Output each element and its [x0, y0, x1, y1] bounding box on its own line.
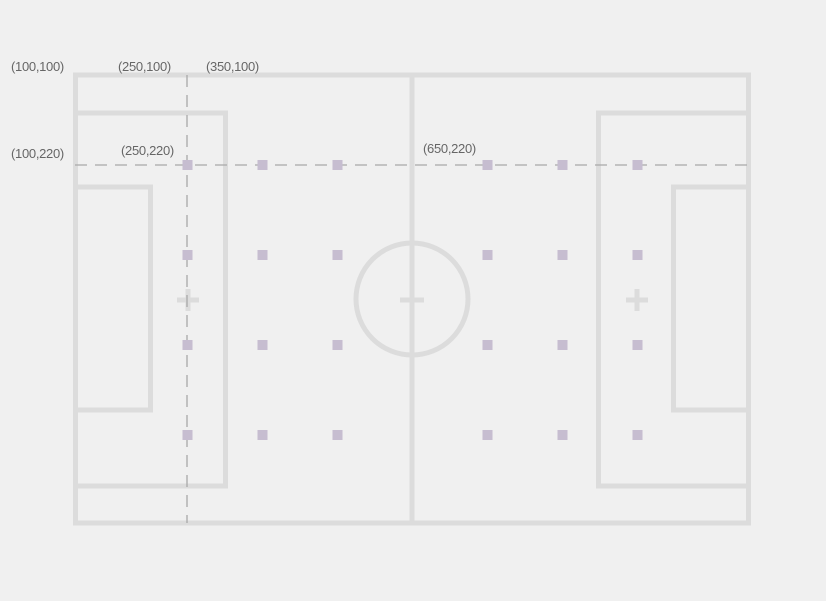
coordinate-label: (250,100) [118, 59, 171, 74]
left-penalty-spot-icon [177, 289, 199, 311]
coordinate-label: (100,100) [11, 59, 64, 74]
square-marker-icon [182, 430, 193, 440]
square-marker-icon [632, 430, 643, 440]
square-marker-icon [632, 160, 643, 170]
square-marker-icon [557, 340, 568, 350]
soccer-pitch: (100,100) (250,100) (350,100) (100,220) … [11, 59, 751, 526]
square-marker-icon [257, 160, 268, 170]
coordinate-label: (650,220) [423, 141, 476, 156]
square-marker-icon [482, 160, 493, 170]
square-marker-icon [482, 430, 493, 440]
square-marker-icon [332, 160, 343, 170]
coordinate-label: (350,100) [206, 59, 259, 74]
square-marker-icon [557, 250, 568, 260]
square-marker-icon [332, 430, 343, 440]
coordinate-label: (100,220) [11, 146, 64, 161]
square-marker-icon [332, 250, 343, 260]
square-marker-icon [557, 160, 568, 170]
square-marker-icon [557, 430, 568, 440]
square-marker-icon [632, 250, 643, 260]
square-marker-icon [257, 340, 268, 350]
square-marker-icon [257, 250, 268, 260]
square-marker-icon [182, 340, 193, 350]
square-marker-icon [332, 340, 343, 350]
center-spot-icon [400, 297, 424, 303]
coordinate-label: (250,220) [121, 143, 174, 158]
right-goal-area [671, 184, 751, 413]
square-marker-icon [632, 340, 643, 350]
square-marker-icon [257, 430, 268, 440]
right-penalty-spot-icon [626, 289, 648, 311]
square-marker-icon [182, 250, 193, 260]
square-marker-icon [482, 250, 493, 260]
pitch-coordinate-diagram: (100,100) (250,100) (350,100) (100,220) … [0, 0, 826, 601]
square-marker-icon [482, 340, 493, 350]
left-goal-area [73, 184, 153, 413]
square-marker-icon [182, 160, 193, 170]
